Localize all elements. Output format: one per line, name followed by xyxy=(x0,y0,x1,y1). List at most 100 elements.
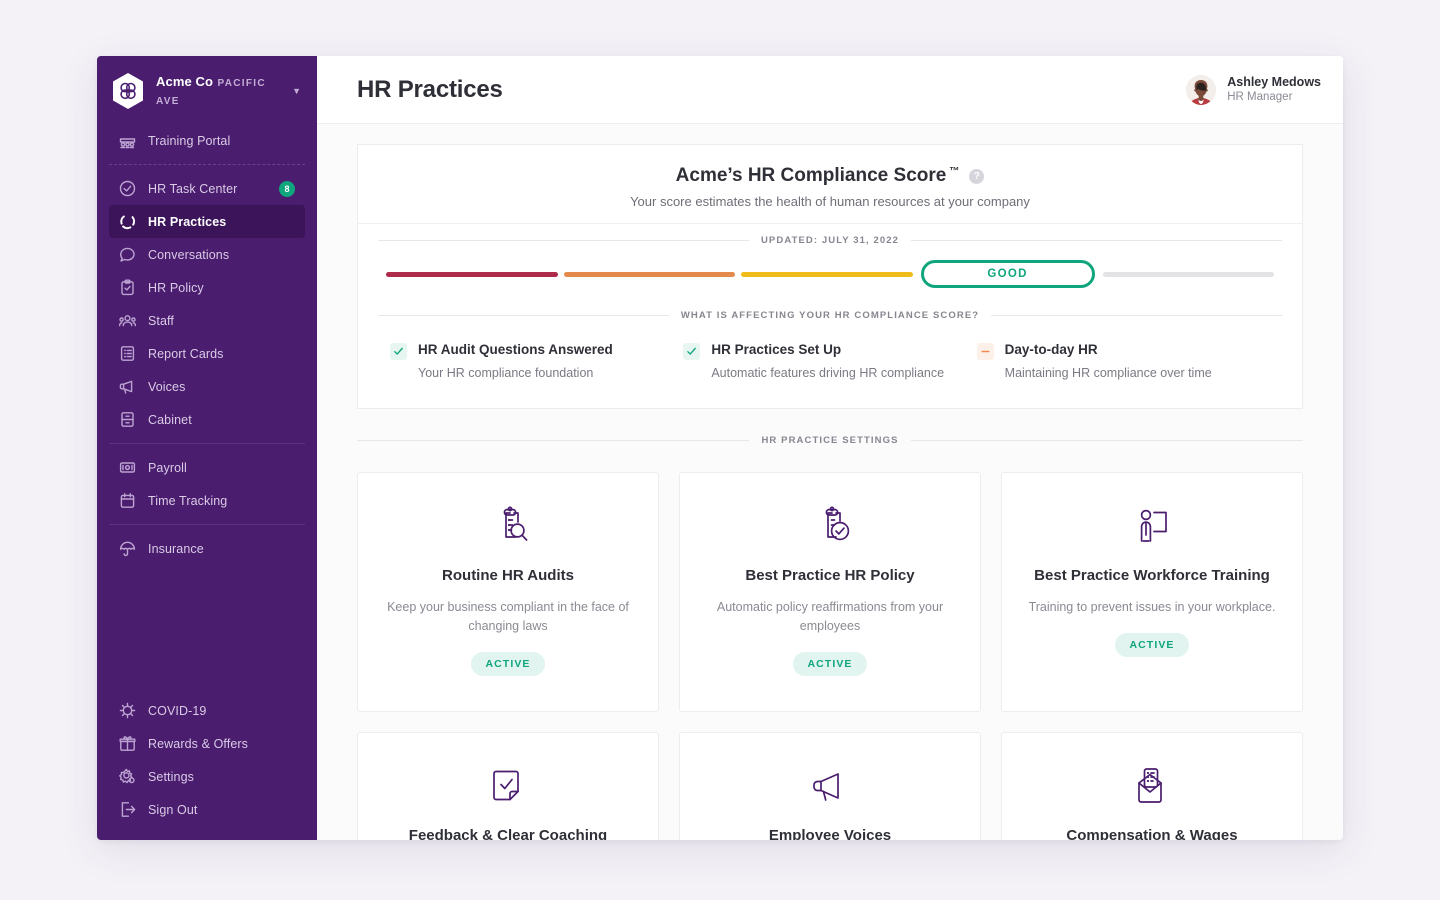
umbrella-icon xyxy=(119,540,136,557)
sidebar-divider xyxy=(109,164,305,165)
question-mark-icon[interactable]: ? xyxy=(969,169,984,184)
megaphone-icon xyxy=(119,378,136,395)
sign-out-icon xyxy=(119,801,136,818)
sidebar-item-label: Payroll xyxy=(148,461,187,475)
score-current-badge: GOOD xyxy=(921,260,1095,288)
check-icon xyxy=(683,343,700,360)
sidebar-item-settings[interactable]: Settings xyxy=(109,760,305,793)
payroll-icon xyxy=(119,459,136,476)
user-role: HR Manager xyxy=(1227,90,1321,105)
sidebar-item-sign-out[interactable]: Sign Out xyxy=(109,793,305,826)
sidebar-item-payroll[interactable]: Payroll xyxy=(109,451,305,484)
factor-desc: Maintaining HR compliance over time xyxy=(1005,365,1212,382)
score-factor: Day-to-day HR Maintaining HR compliance o… xyxy=(977,341,1270,382)
sidebar-item-hr-practices[interactable]: HR Practices xyxy=(109,205,305,238)
factor-text: HR Audit Questions AnsweredYour HR compl… xyxy=(418,341,613,382)
sidebar-divider xyxy=(109,524,305,525)
factor-desc: Automatic features driving HR compliance xyxy=(711,365,944,382)
practice-tile-employee-voices[interactable]: Employee VoicesKeep your business compli… xyxy=(679,732,981,840)
sidebar-item-cabinet[interactable]: Cabinet xyxy=(109,403,305,436)
score-factor: HR Audit Questions AnsweredYour HR compl… xyxy=(390,341,683,382)
sidebar-item-conversations[interactable]: Conversations xyxy=(109,238,305,271)
sidebar-item-hr-task-center[interactable]: HR Task Center8 xyxy=(109,172,305,205)
tile-desc: Keep your business compliant in the face… xyxy=(380,598,636,636)
sidebar-group: Training Portal xyxy=(97,124,317,157)
avatar xyxy=(1186,75,1216,105)
chevron-down-icon[interactable]: ▼ xyxy=(292,86,303,96)
sidebar-item-label: Staff xyxy=(148,314,174,328)
sidebar-item-label: HR Practices xyxy=(148,215,226,229)
status-badge: ACTIVE xyxy=(1115,633,1188,657)
sidebar-item-hr-policy[interactable]: HR Policy xyxy=(109,271,305,304)
check-icon xyxy=(390,343,407,360)
score-subtitle: Your score estimates the health of human… xyxy=(378,194,1282,209)
score-header: Acme’s HR Compliance Score ™ ? Your scor… xyxy=(358,145,1302,224)
sidebar-item-label: Voices xyxy=(148,380,185,394)
sidebar-item-voices[interactable]: Voices xyxy=(109,370,305,403)
note-check-icon xyxy=(380,763,636,809)
people-icon xyxy=(119,312,136,329)
sidebar-item-rewards-offers[interactable]: Rewards & Offers xyxy=(109,727,305,760)
factor-desc: Your HR compliance foundation xyxy=(418,365,613,382)
practice-tile-routine-hr-audits[interactable]: Routine HR Audits Keep your business comp… xyxy=(357,472,659,712)
tile-title: Routine HR Audits xyxy=(380,565,636,586)
settings-section-header: HR PRACTICE SETTINGS xyxy=(357,435,1303,446)
score-segment xyxy=(386,272,558,277)
score-factors: HR Audit Questions AnsweredYour HR compl… xyxy=(358,321,1302,408)
sidebar-item-label: COVID-19 xyxy=(148,704,206,718)
score-segment xyxy=(1103,272,1275,277)
topbar: HR Practices Ashley Medows HR Manager xyxy=(317,56,1343,124)
sidebar-item-label: Conversations xyxy=(148,248,229,262)
user-text: Ashley Medows HR Manager xyxy=(1227,74,1321,105)
affecting-label: WHAT IS AFFECTING YOUR HR COMPLIANCE SCO… xyxy=(378,310,1282,321)
score-updated-row: UPDATED: JULY 31, 2022 xyxy=(358,224,1302,246)
gift-icon xyxy=(119,735,136,752)
score-title: Acme’s HR Compliance Score ™ ? xyxy=(676,165,985,187)
sidebar-item-badge: 8 xyxy=(279,181,295,197)
sidebar-item-label: Report Cards xyxy=(148,347,224,361)
brand-text: Acme Co PACIFIC AVE xyxy=(156,73,281,109)
user-menu[interactable]: Ashley Medows HR Manager xyxy=(1186,74,1321,105)
sidebar-item-label: Training Portal xyxy=(148,134,230,148)
factor-title: Day-to-day HR xyxy=(1005,341,1212,359)
calendar-icon xyxy=(119,492,136,509)
training-portal-icon xyxy=(119,132,136,149)
sidebar-group: Payroll Time Tracking xyxy=(97,451,317,517)
virus-icon xyxy=(119,702,136,719)
sidebar-group: HR Task Center8 HR Practices Conversations… xyxy=(97,172,317,436)
main-area: HR Practices Ashley Medows HR Manager xyxy=(317,56,1343,840)
factor-text: Day-to-day HR Maintaining HR compliance o… xyxy=(1005,341,1212,382)
sidebar-group: Insurance xyxy=(97,532,317,565)
score-title-text: Acme’s HR Compliance Score xyxy=(676,165,947,187)
sidebar-item-label: Sign Out xyxy=(148,803,197,817)
practice-tile-best-practice-workforce-training[interactable]: Best Practice Workforce TrainingTraining… xyxy=(1001,472,1303,712)
sidebar-item-covid-19[interactable]: COVID-19 xyxy=(109,694,305,727)
report-card-icon xyxy=(119,345,136,362)
clipboard-check-badge-icon xyxy=(702,503,958,549)
file-cabinet-icon xyxy=(119,411,136,428)
brand-switcher[interactable]: Acme Co PACIFIC AVE ▼ xyxy=(97,56,317,124)
trademark-symbol: ™ xyxy=(949,166,959,177)
score-segment xyxy=(564,272,736,277)
sidebar-bottom-nav: COVID-19 Rewards & Offers Settings Sign Out xyxy=(97,694,317,826)
sidebar-item-insurance[interactable]: Insurance xyxy=(109,532,305,565)
score-meter: GOOD xyxy=(358,246,1302,310)
user-name: Ashley Medows xyxy=(1227,74,1321,90)
practice-tile-feedback-clear-coaching[interactable]: Feedback & Clear CoachingUnlock your emp… xyxy=(357,732,659,840)
score-segment xyxy=(741,272,913,277)
sidebar-item-label: Settings xyxy=(148,770,194,784)
sidebar-item-time-tracking[interactable]: Time Tracking xyxy=(109,484,305,517)
score-factor: HR Practices Set UpAutomatic features dr… xyxy=(683,341,976,382)
sidebar-item-label: Cabinet xyxy=(148,413,192,427)
tile-title: Best Practice HR Policy xyxy=(702,565,958,586)
affecting-row: WHAT IS AFFECTING YOUR HR COMPLIANCE SCO… xyxy=(358,310,1302,321)
sidebar-item-staff[interactable]: Staff xyxy=(109,304,305,337)
clipboard-check-icon xyxy=(119,279,136,296)
practice-tile-best-practice-hr-policy[interactable]: Best Practice HR PolicyAutomatic policy … xyxy=(679,472,981,712)
settings-section-label: HR PRACTICE SETTINGS xyxy=(357,435,1303,446)
sidebar-item-label: Rewards & Offers xyxy=(148,737,248,751)
sidebar-item-report-cards[interactable]: Report Cards xyxy=(109,337,305,370)
practice-tile-compensation-wages[interactable]: Compensation & WagesCompliant and seamle… xyxy=(1001,732,1303,840)
sidebar: Acme Co PACIFIC AVE ▼ Training Portal HR … xyxy=(97,56,317,840)
sidebar-item-training-portal[interactable]: Training Portal xyxy=(109,124,305,157)
